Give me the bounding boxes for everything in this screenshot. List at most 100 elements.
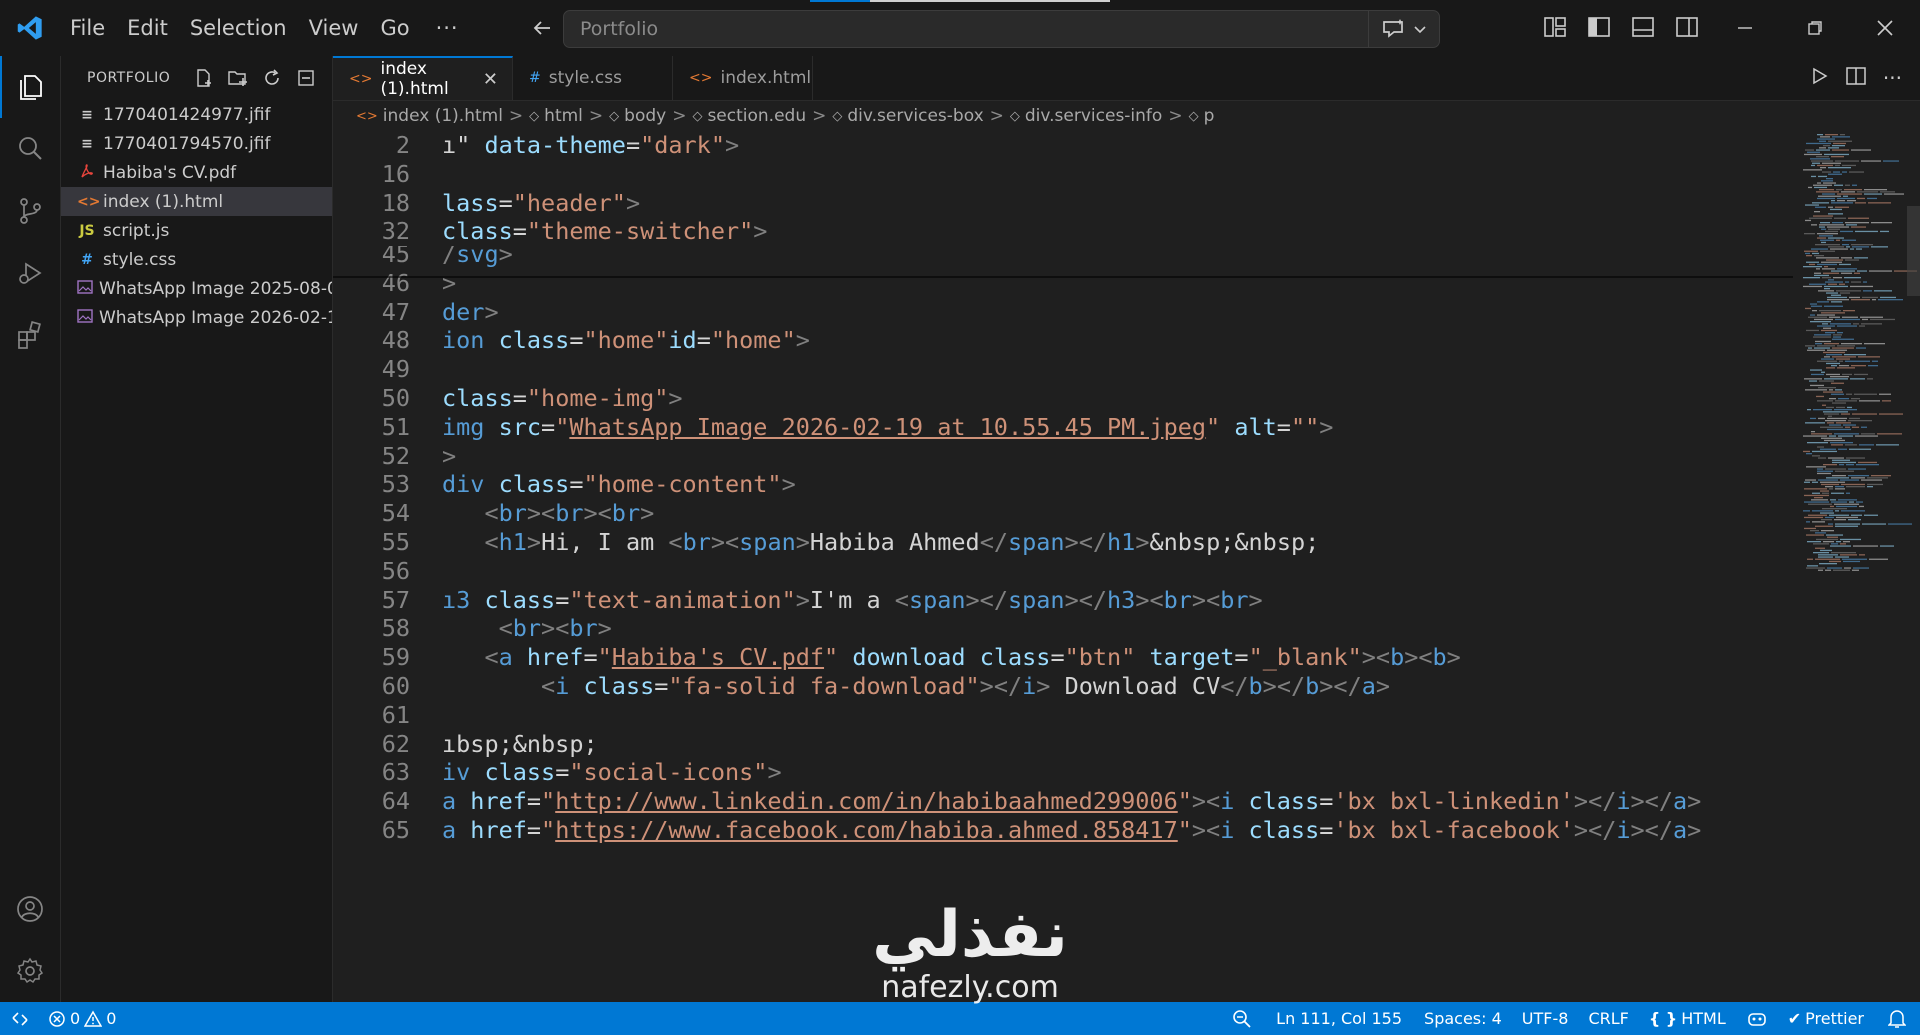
code-line[interactable]: 2 ı" data-theme="dark"> bbox=[333, 130, 1793, 160]
code-line[interactable]: 59 <a href="Habiba's CV.pdf" download cl… bbox=[333, 642, 1793, 672]
toggle-secondary-sidebar-icon[interactable] bbox=[1672, 12, 1702, 42]
search-icon[interactable] bbox=[0, 118, 60, 180]
file-item[interactable]: JS script.js bbox=[61, 216, 332, 245]
breadcrumb-item[interactable]: ◇ body bbox=[609, 106, 666, 126]
code-token: "fa-solid fa-download" bbox=[668, 672, 980, 700]
run-icon[interactable] bbox=[1809, 66, 1829, 90]
breadcrumb-item[interactable]: ◇ div.services-box bbox=[832, 106, 983, 126]
tab-index-1-html[interactable]: <> index (1).html ✕ bbox=[333, 56, 513, 100]
problems-indicator[interactable]: 0 0 bbox=[40, 1002, 124, 1035]
new-file-icon[interactable] bbox=[192, 66, 216, 90]
copilot-chat-button[interactable] bbox=[1368, 11, 1439, 47]
language-mode[interactable]: { } HTML bbox=[1639, 1002, 1736, 1035]
cursor-position[interactable]: Ln 111, Col 155 bbox=[1264, 1002, 1414, 1035]
code-token: = bbox=[569, 470, 584, 499]
split-editor-icon[interactable] bbox=[1845, 66, 1867, 90]
refresh-icon[interactable] bbox=[260, 66, 284, 90]
copilot-status-icon[interactable] bbox=[1736, 1002, 1778, 1035]
code-line[interactable]: 63 iv class="social-icons"> bbox=[333, 757, 1793, 787]
code-line[interactable]: 55 <h1>Hi, I am <br><span>Habiba Ahmed</… bbox=[333, 527, 1793, 557]
editor-tabs: <> index (1).html ✕ # style.css <> index.html … bbox=[333, 56, 1920, 101]
encoding[interactable]: UTF-8 bbox=[1512, 1002, 1579, 1035]
minimize-icon[interactable] bbox=[1710, 0, 1780, 56]
close-tab-icon[interactable]: ✕ bbox=[483, 69, 498, 90]
code-token: lass bbox=[442, 188, 499, 217]
code-line[interactable]: 48 ion class="home"id="home"> bbox=[333, 325, 1793, 355]
code-line[interactable]: 57 ı3 class="text-animation">I'm a <span>… bbox=[333, 585, 1793, 615]
file-type-icon: <> bbox=[77, 193, 101, 210]
run-debug-icon[interactable] bbox=[0, 242, 60, 304]
menu-more-icon[interactable]: ··· bbox=[422, 12, 473, 44]
toggle-panel-icon[interactable] bbox=[1628, 12, 1658, 42]
code-line[interactable]: 46 > bbox=[333, 268, 1793, 298]
code-line[interactable]: 47 der> bbox=[333, 297, 1793, 327]
close-window-icon[interactable] bbox=[1850, 0, 1920, 56]
more-actions-icon[interactable]: ··· bbox=[1883, 66, 1902, 90]
breadcrumb-item[interactable]: ◇ html bbox=[529, 106, 583, 126]
chevron-right-icon: > bbox=[672, 106, 687, 126]
menu-file[interactable]: File bbox=[60, 12, 115, 44]
new-folder-icon[interactable] bbox=[226, 66, 250, 90]
menu-go[interactable]: Go bbox=[370, 12, 419, 44]
code-line[interactable]: 32 class="theme-switcher"> bbox=[333, 216, 1793, 247]
breadcrumb-item[interactable]: ◇ p bbox=[1189, 106, 1215, 126]
file-item[interactable]: WhatsApp Image 2026-02-1... bbox=[61, 303, 332, 332]
explorer-icon[interactable] bbox=[0, 56, 60, 118]
zoom-icon[interactable] bbox=[1220, 1002, 1264, 1035]
tab-index-html[interactable]: <> index.html bbox=[673, 56, 813, 100]
remote-indicator-icon[interactable] bbox=[0, 1002, 40, 1035]
code-line[interactable]: 50 class="home-img"> bbox=[333, 383, 1793, 413]
vertical-scrollbar[interactable] bbox=[1907, 206, 1920, 296]
notifications-bell-icon[interactable] bbox=[1874, 1002, 1920, 1035]
line-number: 47 bbox=[381, 297, 410, 326]
prettier-status[interactable]: ✔ Prettier bbox=[1778, 1002, 1874, 1035]
editor-area: <> index (1).html ✕ # style.css <> index.html … bbox=[333, 56, 1920, 1002]
code-line[interactable]: 18 lass="header"> bbox=[333, 187, 1793, 218]
code-line[interactable]: 65 a href="https://www.facebook.com/habib… bbox=[333, 815, 1793, 845]
extensions-icon[interactable] bbox=[0, 304, 60, 366]
code-line[interactable]: 51 img src="WhatsApp Image 2026-02-19 at … bbox=[333, 412, 1793, 442]
file-item[interactable]: WhatsApp Image 2025-08-0... bbox=[61, 274, 332, 303]
file-item[interactable]: Habiba's CV.pdf bbox=[61, 158, 332, 187]
menu-view[interactable]: View bbox=[299, 12, 369, 44]
code-line[interactable]: 16 bbox=[333, 158, 1793, 189]
code-line[interactable]: 58 <br><br> bbox=[333, 613, 1793, 643]
code-token: > bbox=[597, 614, 612, 643]
minimap[interactable] bbox=[1799, 130, 1919, 1002]
collapse-all-icon[interactable] bbox=[294, 66, 318, 90]
code-line[interactable]: 52 > bbox=[333, 441, 1793, 471]
code-line[interactable]: 56 bbox=[333, 556, 1793, 586]
customize-layout-icon[interactable] bbox=[1540, 12, 1570, 42]
code-token: " bbox=[555, 412, 570, 441]
menu-selection[interactable]: Selection bbox=[180, 12, 297, 44]
code-line[interactable]: 54 <br><br><br> bbox=[333, 498, 1793, 528]
back-arrow-icon[interactable] bbox=[526, 12, 558, 44]
file-item[interactable]: ≡ 1770401424977.jfif bbox=[61, 100, 332, 129]
breadcrumb-item[interactable]: ◇ div.services-info bbox=[1010, 106, 1162, 126]
file-item[interactable]: # style.css bbox=[61, 245, 332, 274]
code-line[interactable]: 64 a href="http://www.linkedin.com/in/hab… bbox=[333, 786, 1793, 816]
tab-style-css[interactable]: # style.css bbox=[513, 56, 673, 100]
code-line[interactable]: 62 ıbsp;&nbsp; bbox=[333, 729, 1793, 759]
code-token: i bbox=[555, 672, 584, 700]
command-center-search[interactable]: Portfolio bbox=[563, 10, 1440, 48]
menu-edit[interactable]: Edit bbox=[117, 12, 178, 44]
code-line[interactable]: 49 bbox=[333, 354, 1793, 384]
settings-gear-icon[interactable] bbox=[0, 940, 60, 1002]
source-control-icon[interactable] bbox=[0, 180, 60, 242]
breadcrumb-item[interactable]: <> index (1).html bbox=[356, 106, 503, 126]
breadcrumb-item[interactable]: ◇ section.edu bbox=[692, 106, 806, 126]
file-item[interactable]: ≡ 1770401794570.jfif bbox=[61, 129, 332, 158]
code-line[interactable]: 60 <i class="fa-solid fa-download"></i> … bbox=[333, 671, 1793, 701]
code-editor[interactable]: 2 ı" data-theme="dark"> 16 18 lass="header">… bbox=[333, 130, 1793, 1002]
code-line[interactable]: 61 bbox=[333, 700, 1793, 730]
line-content: <br><br> bbox=[442, 613, 612, 643]
restore-icon[interactable] bbox=[1780, 0, 1850, 56]
indentation[interactable]: Spaces: 4 bbox=[1414, 1002, 1512, 1035]
code-line[interactable]: 53 div class="home-content"> bbox=[333, 469, 1793, 499]
account-icon[interactable] bbox=[0, 878, 60, 940]
line-number: 16 bbox=[381, 159, 410, 188]
file-item[interactable]: <> index (1).html bbox=[61, 187, 332, 216]
end-of-line[interactable]: CRLF bbox=[1578, 1002, 1638, 1035]
toggle-primary-sidebar-icon[interactable] bbox=[1584, 12, 1614, 42]
